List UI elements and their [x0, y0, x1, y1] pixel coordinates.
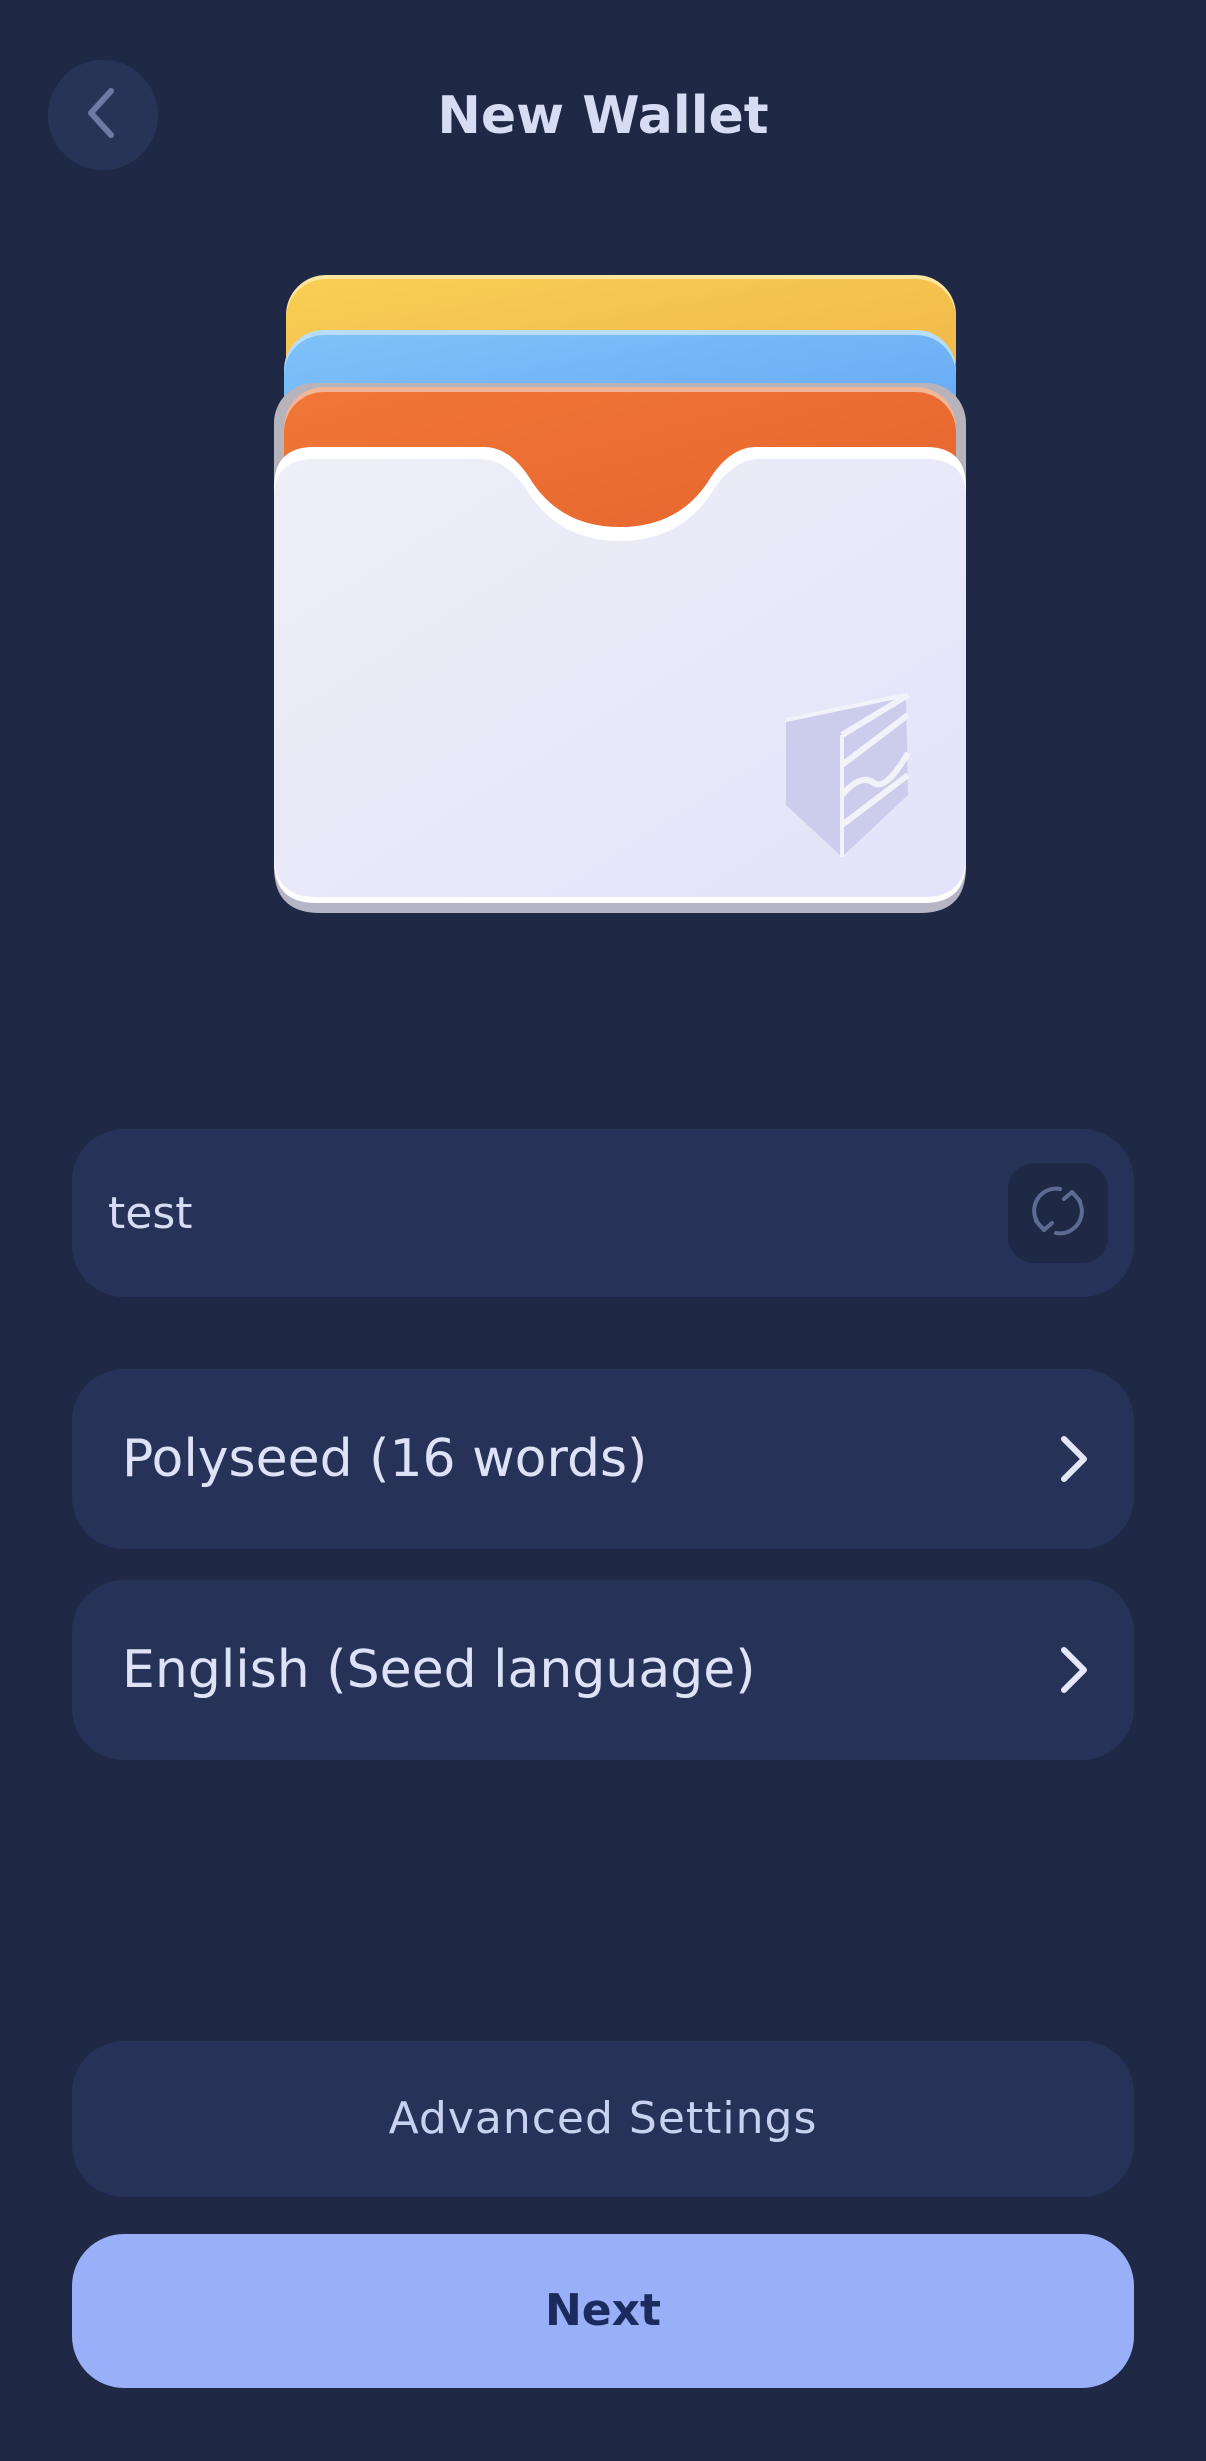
seed-type-selector[interactable]: Polyseed (16 words) [72, 1369, 1134, 1549]
advanced-settings-button[interactable]: Advanced Settings [72, 2041, 1134, 2197]
chevron-right-icon [1054, 1427, 1094, 1495]
generate-name-button[interactable] [1008, 1163, 1108, 1263]
chevron-right-icon [1054, 1638, 1094, 1706]
seed-type-label: Polyseed (16 words) [122, 1429, 648, 1489]
refresh-icon [1030, 1181, 1086, 1245]
seed-language-selector[interactable]: English (Seed language) [72, 1580, 1134, 1760]
next-button[interactable]: Next [72, 2234, 1134, 2388]
wallet-name-field [72, 1129, 1134, 1297]
page-title: New Wallet [437, 86, 769, 146]
seed-language-label: English (Seed language) [122, 1640, 756, 1700]
wallet-illustration [274, 275, 966, 915]
wallet-name-input[interactable] [108, 1129, 1028, 1297]
